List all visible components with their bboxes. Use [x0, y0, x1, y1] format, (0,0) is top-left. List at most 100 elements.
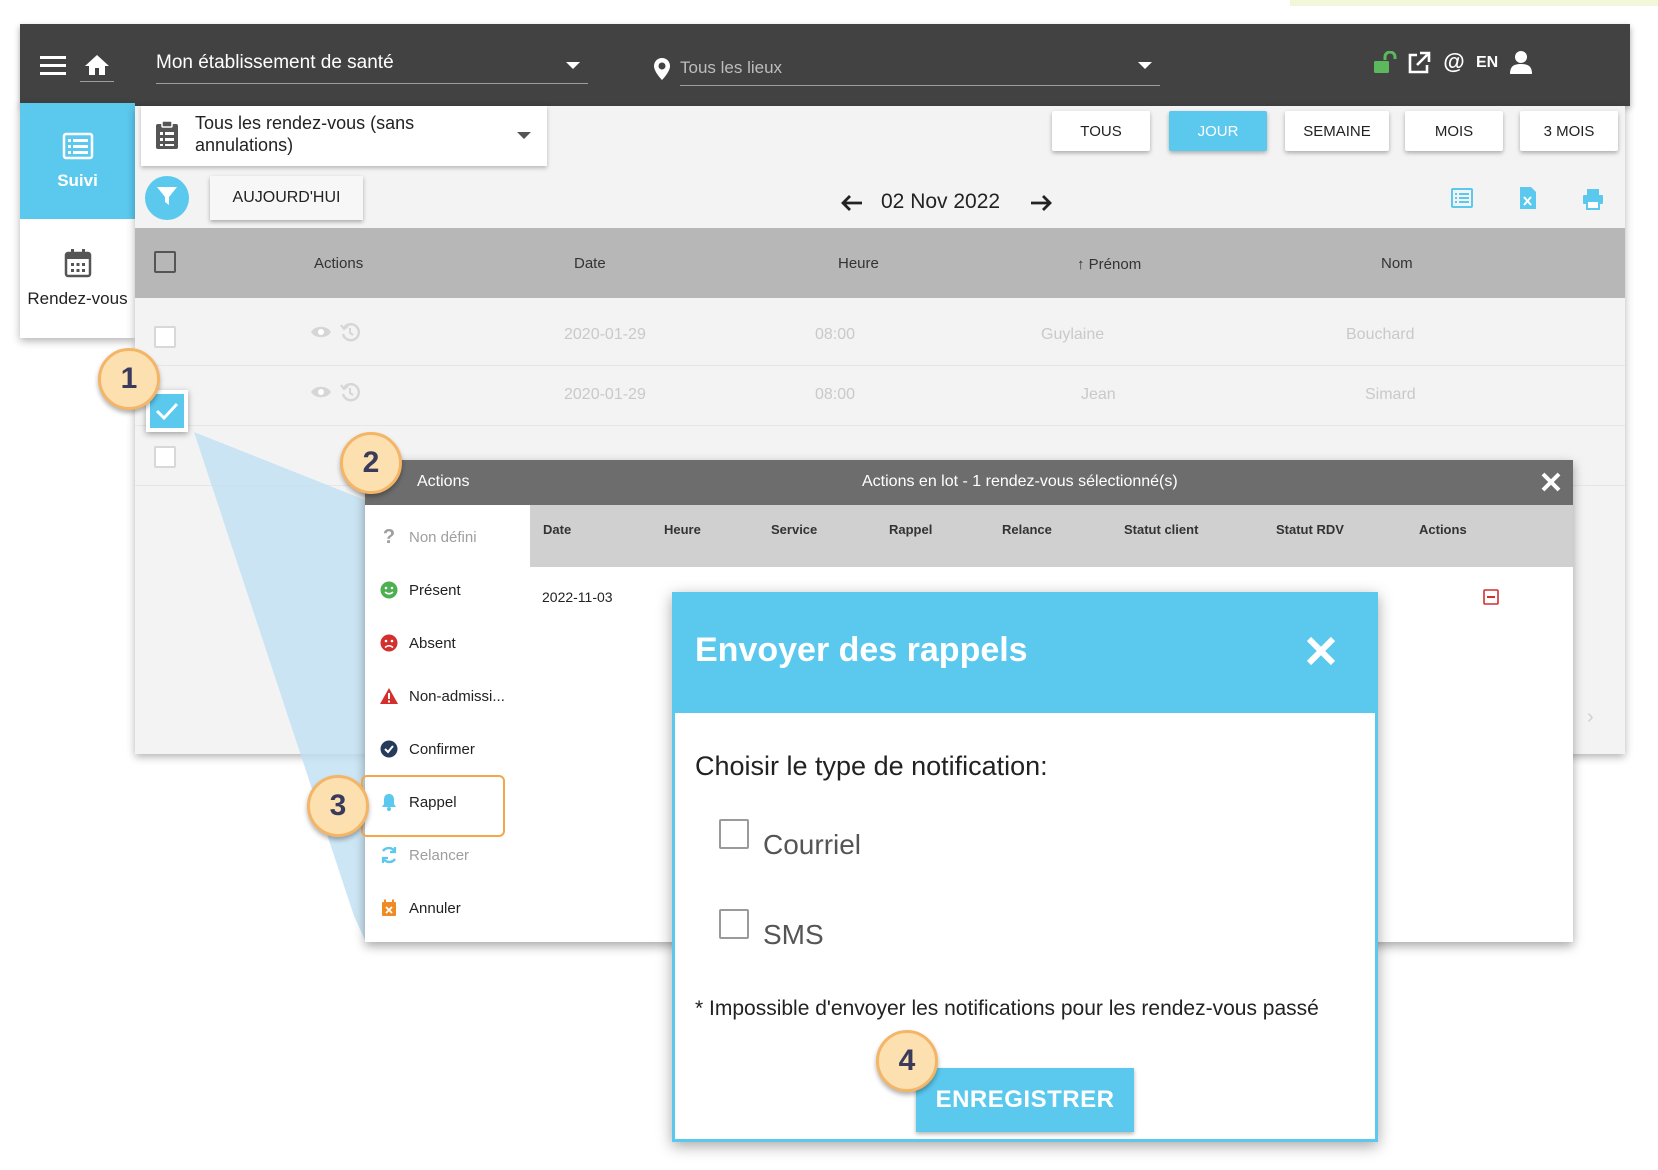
check-circle-icon	[379, 739, 399, 759]
action-present[interactable]: Présent	[365, 570, 530, 610]
top-accent-strip	[1290, 0, 1658, 6]
select-all-checkbox[interactable]	[154, 251, 176, 273]
batch-col-service: Service	[771, 522, 818, 537]
table-row[interactable]: 2020-01-29 08:00 Jean Simard	[135, 366, 1625, 426]
home-icon[interactable]	[80, 48, 114, 82]
close-icon[interactable]	[1305, 635, 1337, 672]
action-label: Non défini	[409, 528, 477, 546]
filter-button[interactable]	[145, 176, 189, 220]
action-non-defini[interactable]: ? Non défini	[365, 517, 530, 557]
action-label: Présent	[409, 581, 461, 599]
unlock-icon[interactable]	[1372, 50, 1398, 76]
period-button-mois[interactable]: MOIS	[1405, 111, 1503, 151]
column-header-heure[interactable]: Heure	[838, 255, 879, 272]
batch-col-statut-rdv: Statut RDV	[1276, 522, 1344, 537]
action-relancer[interactable]: Relancer	[365, 835, 530, 875]
period-button-jour[interactable]: JOUR	[1169, 111, 1267, 151]
batch-col-rappel: Rappel	[889, 522, 933, 537]
column-header-nom[interactable]: Nom	[1381, 255, 1413, 272]
history-icon[interactable]	[340, 322, 360, 347]
step-badge-3: 3	[307, 775, 369, 837]
period-button-tous[interactable]: TOUS	[1052, 111, 1150, 151]
batch-dialog-header: Actions Actions en lot - 1 rendez-vous s…	[365, 460, 1573, 505]
action-confirmer[interactable]: Confirmer	[365, 729, 530, 769]
list-icon	[62, 132, 94, 165]
action-label: Non-admissi...	[409, 687, 505, 705]
chevron-down-icon	[566, 62, 580, 69]
close-icon[interactable]	[1540, 471, 1562, 498]
chevron-right-icon[interactable]: ›	[1587, 706, 1594, 729]
clipboard-icon	[155, 120, 179, 155]
history-icon[interactable]	[340, 382, 360, 407]
check-icon	[150, 394, 184, 428]
establishment-value: Mon établissement de santé	[156, 52, 394, 73]
excel-icon[interactable]	[1519, 186, 1537, 215]
row-prenom: Jean	[1081, 386, 1116, 403]
nav-item-label: Suivi	[57, 170, 98, 190]
sms-option-label[interactable]: SMS	[763, 919, 824, 951]
past-appointments-note: * Impossible d'envoyer les notifications…	[695, 997, 1319, 1020]
eye-icon[interactable]	[310, 325, 332, 344]
modal-header: Envoyer des rappels	[675, 595, 1375, 713]
row-nom: Bouchard	[1346, 326, 1415, 343]
today-button[interactable]: AUJOURD'HUI	[210, 176, 363, 220]
row-checkbox[interactable]	[154, 446, 176, 468]
email-checkbox[interactable]	[719, 819, 749, 849]
arrow-right-icon[interactable]	[1030, 194, 1052, 217]
calendar-x-icon	[379, 898, 399, 918]
calendar-icon	[64, 248, 92, 283]
eye-icon[interactable]	[310, 385, 332, 404]
action-label: Annuler	[409, 899, 461, 917]
notification-type-prompt: Choisir le type de notification:	[695, 751, 1048, 781]
print-icon[interactable]	[1582, 188, 1604, 215]
external-link-icon[interactable]	[1406, 50, 1432, 76]
action-non-admissible[interactable]: Non-admissi...	[365, 676, 530, 716]
action-absent[interactable]: Absent	[365, 623, 530, 663]
nav-item-suivi[interactable]: Suivi	[20, 103, 135, 219]
column-header-actions: Actions	[314, 255, 364, 272]
table-header: Actions Date Heure ↑ Prénom Nom	[135, 228, 1625, 298]
row-checkbox[interactable]	[154, 326, 176, 348]
nav-item-rendez-vous[interactable]: Rendez-vous	[20, 219, 135, 338]
save-button[interactable]: ENREGISTRER	[916, 1068, 1134, 1132]
location-placeholder: Tous les lieux	[680, 58, 783, 77]
column-header-date[interactable]: Date	[574, 255, 606, 272]
chevron-down-icon	[517, 132, 531, 139]
batch-left-title: Actions	[417, 473, 470, 490]
user-icon[interactable]	[1508, 48, 1534, 76]
funnel-icon	[156, 185, 178, 212]
action-annuler[interactable]: Annuler	[365, 888, 530, 928]
row-nom: Simard	[1365, 386, 1416, 403]
smile-icon	[379, 580, 399, 600]
table-row[interactable]: 2020-01-29 08:00 Guylaine Bouchard	[135, 306, 1625, 366]
action-label: Relancer	[409, 846, 470, 864]
chevron-down-icon	[1138, 62, 1152, 69]
arrow-left-icon[interactable]	[841, 194, 863, 217]
language-toggle[interactable]: EN	[1476, 54, 1498, 72]
batch-col-heure: Heure	[664, 522, 701, 537]
sms-checkbox[interactable]	[719, 909, 749, 939]
row-date: 2020-01-29	[564, 326, 646, 343]
column-header-prenom[interactable]: ↑ Prénom	[1077, 256, 1141, 273]
nav-item-label: Rendez-vous	[27, 289, 128, 308]
step-badge-1: 1	[98, 348, 160, 410]
establishment-select[interactable]: Mon établissement de santé	[156, 46, 588, 84]
appointment-filter-select[interactable]: Tous les rendez-vous (sans annulations)	[141, 106, 547, 166]
step-badge-4: 4	[876, 1030, 938, 1092]
at-icon[interactable]: @	[1440, 48, 1468, 76]
batch-actions-list: ? Non défini Présent Absent Non-admissi.…	[365, 505, 530, 942]
remove-row-icon[interactable]	[1483, 589, 1499, 610]
action-label: Confirmer	[409, 740, 475, 758]
email-option-label[interactable]: Courriel	[763, 829, 861, 861]
period-button-3-mois[interactable]: 3 MOIS	[1520, 111, 1618, 151]
refresh-icon	[379, 845, 399, 865]
period-button-semaine[interactable]: SEMAINE	[1285, 111, 1389, 151]
top-bar: Mon établissement de santé Tous les lieu…	[20, 24, 1630, 106]
map-pin-icon	[652, 56, 672, 82]
location-select[interactable]: Tous les lieux	[680, 48, 1160, 86]
row-heure: 08:00	[815, 386, 856, 403]
filter-select-value: Tous les rendez-vous (sans annulations)	[195, 113, 415, 155]
menu-icon[interactable]	[38, 50, 68, 80]
list-view-icon[interactable]	[1451, 188, 1473, 213]
batch-title: Actions en lot - 1 rendez-vous sélection…	[862, 473, 1178, 490]
